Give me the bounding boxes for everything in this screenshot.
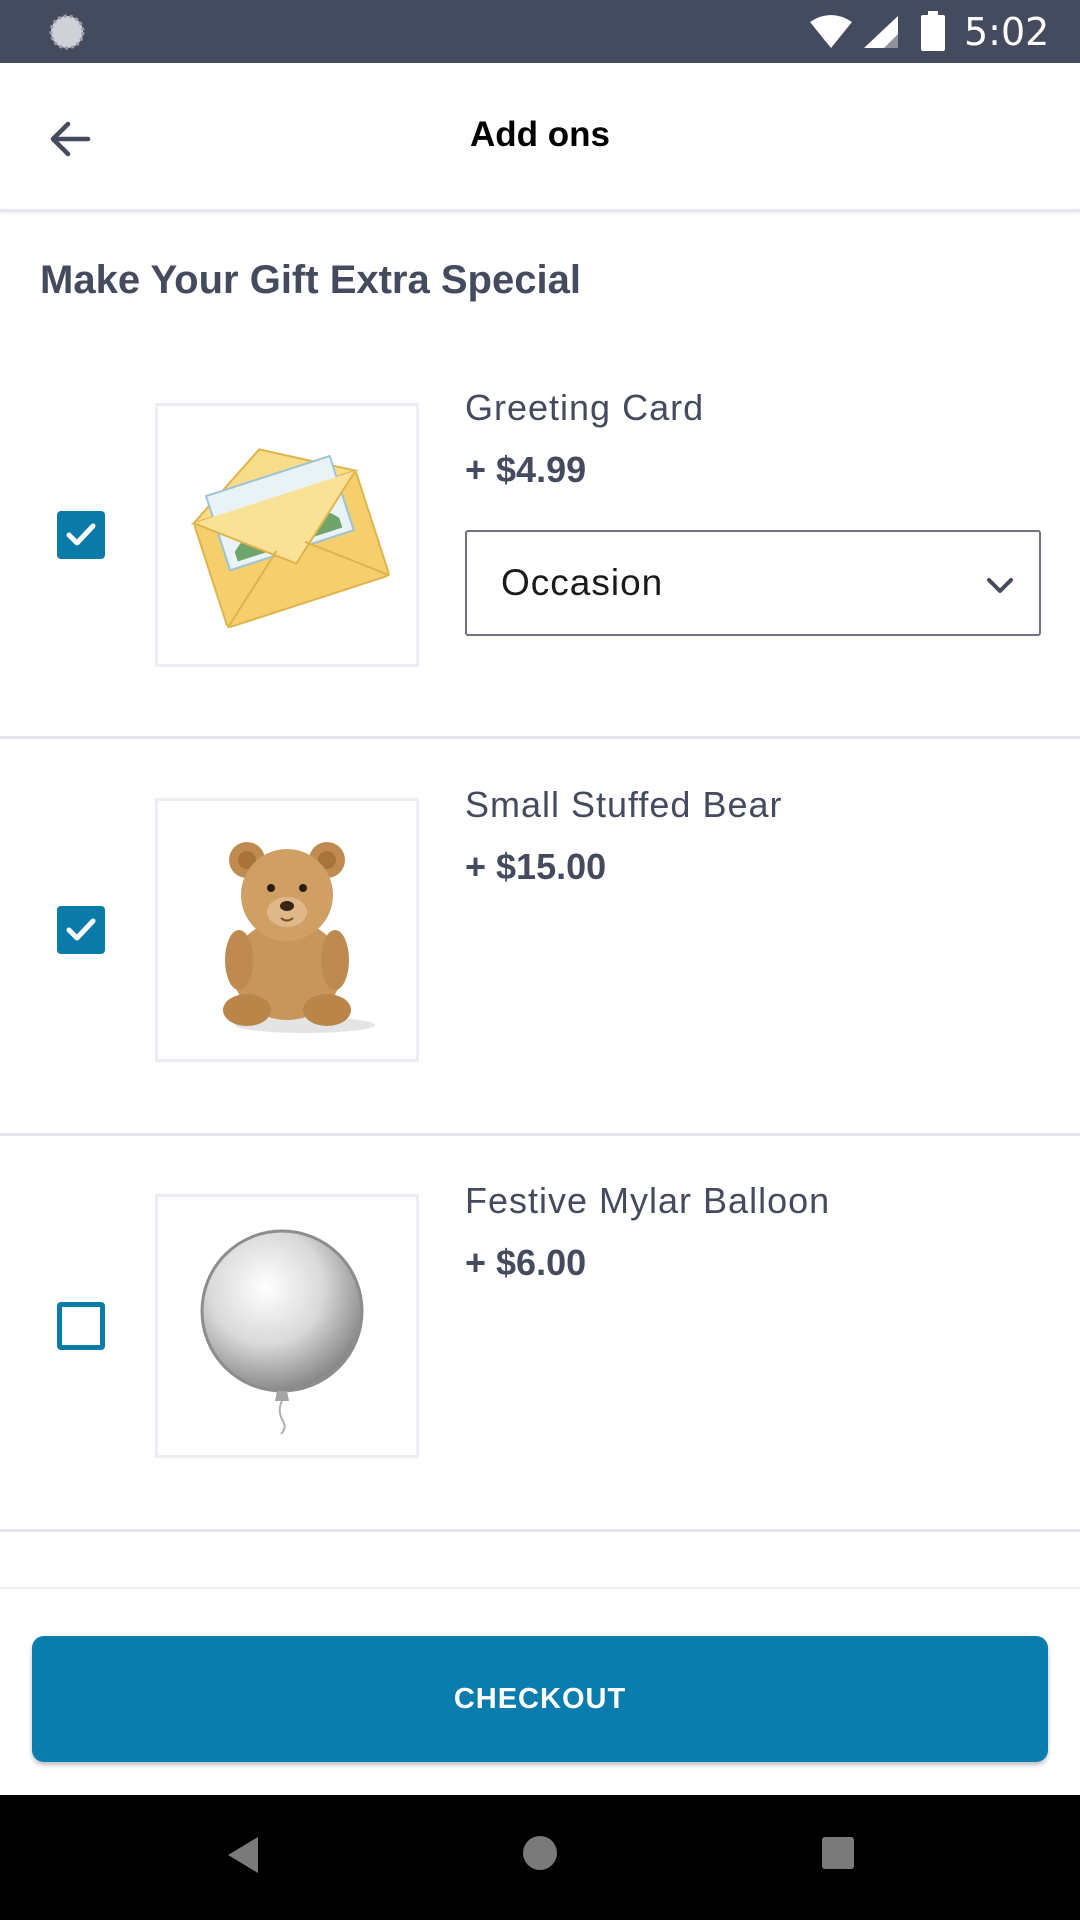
nav-recents-icon[interactable] — [822, 1837, 854, 1869]
chevron-down-icon — [987, 578, 1013, 593]
addon-item-mylar-balloon: Festive Mylar Balloon + $6.00 — [0, 1138, 1080, 1532]
addon-price: + $6.00 — [465, 1242, 587, 1283]
addon-checkbox-greeting-card[interactable] — [57, 511, 105, 559]
nav-back-icon[interactable] — [222, 1833, 262, 1877]
occasion-select-value: Occasion — [501, 562, 664, 603]
section-heading: Make Your Gift Extra Special — [40, 258, 581, 302]
status-time: 5:02 — [964, 10, 1050, 54]
teddy-bear-image — [223, 842, 375, 1033]
addon-item-stuffed-bear: Small Stuffed Bear + $15.00 — [0, 742, 1080, 1136]
wifi-icon — [810, 15, 852, 48]
addon-name: Festive Mylar Balloon — [465, 1180, 831, 1221]
signal-icon — [864, 16, 898, 48]
checkmark-icon — [66, 523, 96, 546]
checkout-button[interactable]: CHECKOUT — [32, 1636, 1048, 1762]
addon-price: + $4.99 — [465, 449, 587, 490]
addon-name: Small Stuffed Bear — [465, 784, 783, 825]
greeting-card-image — [190, 448, 390, 629]
checkmark-icon — [66, 918, 96, 941]
page-title: Add ons — [470, 115, 610, 154]
addon-name: Greeting Card — [465, 387, 705, 428]
loading-icon — [49, 14, 85, 50]
addon-item-greeting-card: Greeting Card + $4.99 Occasion — [0, 345, 1080, 739]
addon-checkbox-stuffed-bear[interactable] — [57, 906, 105, 954]
battery-icon — [921, 11, 945, 51]
app-bar: Add ons — [0, 63, 1080, 212]
occasion-select[interactable]: Occasion — [465, 530, 1041, 636]
status-bar: 5:02 — [0, 0, 1080, 63]
system-nav-bar — [0, 1795, 1080, 1920]
addon-image-greeting-card — [155, 403, 419, 667]
addon-checkbox-mylar-balloon[interactable] — [57, 1302, 105, 1350]
footer-divider — [0, 1587, 1080, 1589]
addon-image-mylar-balloon — [155, 1194, 419, 1458]
nav-home-icon[interactable] — [522, 1835, 558, 1871]
addon-image-stuffed-bear — [155, 798, 419, 1062]
balloon-image — [200, 1229, 364, 1435]
addon-price: + $15.00 — [465, 846, 607, 887]
